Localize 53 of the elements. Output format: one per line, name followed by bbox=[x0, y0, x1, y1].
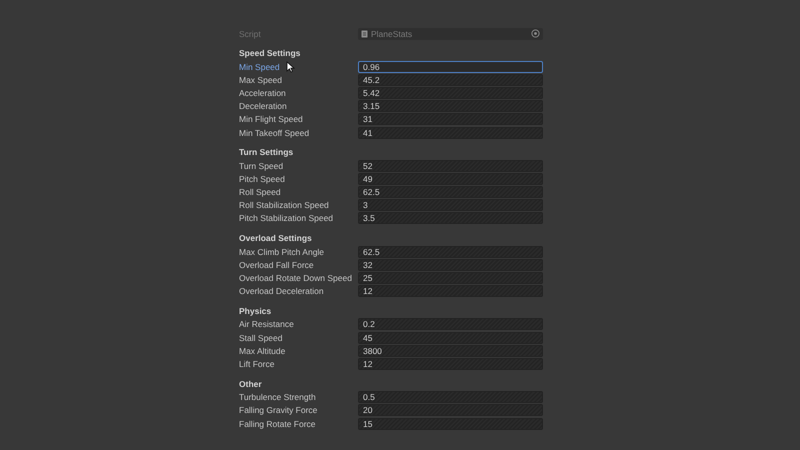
script-file-icon bbox=[361, 30, 368, 38]
object-name: PlaneStats bbox=[371, 28, 414, 38]
field-label: Roll Speed bbox=[239, 187, 281, 198]
field-label: Falling Rotate Force bbox=[239, 418, 316, 429]
cursor-icon bbox=[286, 60, 295, 73]
field-label: Overload Deceleration bbox=[239, 286, 324, 296]
field-label: Roll Stabilization Speed bbox=[239, 200, 329, 210]
number-field[interactable]: 31 bbox=[358, 113, 543, 126]
number-field[interactable]: 0.2 bbox=[358, 318, 543, 330]
number-field[interactable]: 5.42 bbox=[358, 86, 543, 99]
number-field[interactable]: 52 bbox=[358, 160, 543, 172]
number-field[interactable]: 62.5 bbox=[358, 186, 543, 198]
field-label: Overload Fall Force bbox=[239, 260, 314, 270]
section-header: Turn Settings bbox=[239, 146, 294, 160]
field-label: Stall Speed bbox=[239, 332, 282, 343]
number-field[interactable]: 25 bbox=[358, 272, 543, 284]
number-field[interactable]: 41 bbox=[358, 126, 543, 139]
number-field[interactable]: 32 bbox=[358, 258, 543, 271]
field-label: Min Flight Speed bbox=[239, 114, 303, 124]
number-field[interactable]: 49 bbox=[358, 172, 543, 185]
number-field[interactable]: 3800 bbox=[358, 344, 543, 357]
number-field[interactable]: 20 bbox=[358, 404, 543, 416]
field-label: Min Speed bbox=[239, 62, 280, 72]
field-label: Falling Gravity Force bbox=[239, 405, 318, 416]
section-header: Overload Settings bbox=[239, 232, 313, 246]
field-label: Pitch Stabilization Speed bbox=[239, 213, 334, 224]
field-label: Acceleration bbox=[239, 88, 286, 98]
field-label: Deceleration bbox=[239, 101, 287, 112]
field-label: Max Altitude bbox=[239, 346, 286, 356]
number-field[interactable]: 62.5 bbox=[358, 246, 543, 258]
field-label: Air Resistance bbox=[239, 319, 294, 330]
number-field[interactable]: 3 bbox=[358, 199, 543, 212]
number-field[interactable]: 3.15 bbox=[358, 100, 543, 112]
field-label: Script bbox=[239, 28, 262, 38]
section-header: Other bbox=[239, 378, 263, 391]
field-label: Max Climb Pitch Angle bbox=[239, 246, 324, 257]
number-field[interactable]: 3.5 bbox=[358, 212, 543, 224]
number-field[interactable]: 45.2 bbox=[358, 74, 543, 86]
section-header: Speed Settings bbox=[239, 47, 302, 60]
section-header: Physics bbox=[239, 304, 272, 318]
field-label: Turn Speed bbox=[239, 160, 284, 171]
field-label: Pitch Speed bbox=[239, 174, 285, 184]
number-field[interactable]: 0.5 bbox=[358, 391, 543, 404]
field-label: Min Takeoff Speed bbox=[239, 128, 310, 138]
number-field[interactable]: 12 bbox=[358, 358, 543, 370]
number-field[interactable]: 15 bbox=[358, 418, 543, 430]
field-label: Turbulence Strength bbox=[239, 392, 316, 402]
number-field[interactable]: 45 bbox=[358, 332, 543, 344]
number-field[interactable]: 12 bbox=[358, 285, 543, 298]
field-label: Lift Force bbox=[239, 358, 274, 369]
field-label: Overload Rotate Down Speed bbox=[239, 273, 352, 284]
number-field[interactable]: 0.96 bbox=[358, 60, 543, 73]
field-label: Max Speed bbox=[239, 74, 282, 85]
